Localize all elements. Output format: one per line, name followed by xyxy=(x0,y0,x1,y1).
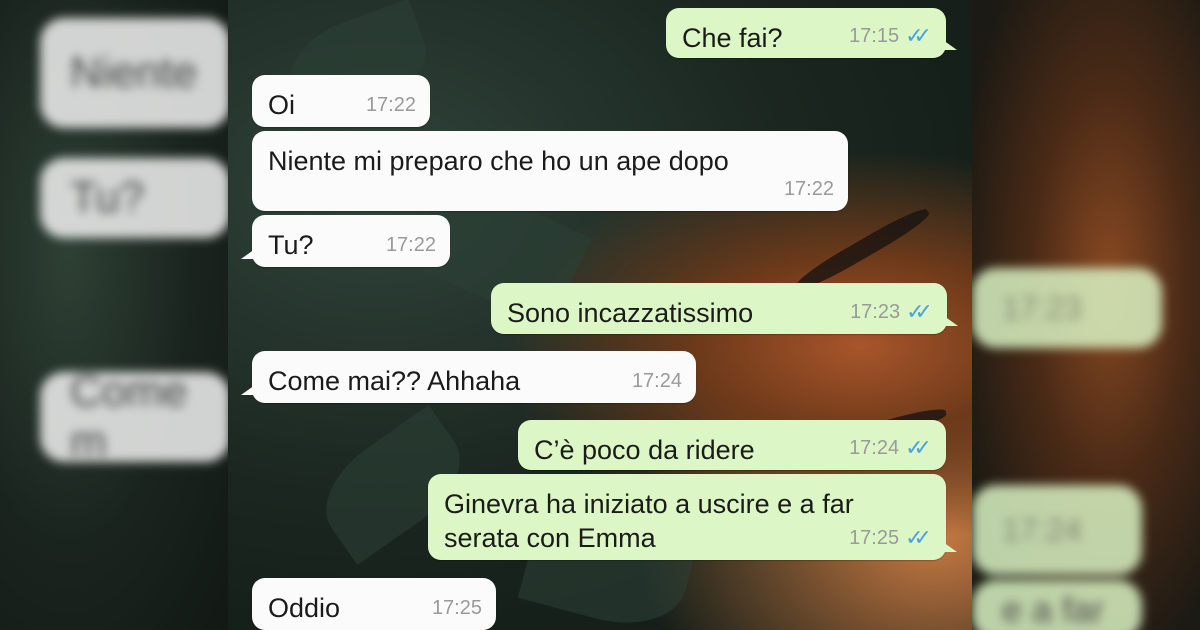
message-time: 17:25 xyxy=(431,597,482,619)
double-check-icon: ✓✓ xyxy=(905,23,932,48)
blurred-right-panel: 17:23 17:24 e a far xyxy=(972,0,1200,630)
message-time: 17:15 xyxy=(849,25,900,47)
blurred-text: e a far xyxy=(1002,589,1105,630)
blurred-bubble: Tu? xyxy=(40,158,228,238)
message-meta: 17:25 xyxy=(432,591,482,625)
message-time: 17:22 xyxy=(365,94,416,116)
message-bubble-incoming[interactable]: Tu? 17:22 xyxy=(241,215,450,267)
blurred-text: 17:24 xyxy=(1002,511,1083,548)
message-text-line: Ginevra ha iniziato a uscire e a far xyxy=(444,489,854,519)
message-meta: 17:22 xyxy=(386,228,436,262)
blurred-bubble: Come m xyxy=(40,367,228,466)
message-meta: 17:15 ✓✓ xyxy=(849,19,932,53)
message-meta: 17:25 ✓✓ xyxy=(849,521,932,555)
blurred-text: Niente xyxy=(70,48,198,97)
blurred-text: Come m xyxy=(70,367,188,466)
message-bubble-outgoing[interactable]: Che fai? 17:15 ✓✓ xyxy=(666,8,957,58)
bubble-tail xyxy=(241,249,255,259)
message-meta: 17:22 xyxy=(366,88,416,122)
message-bubble-incoming[interactable]: Oddio 17:25 xyxy=(252,578,496,630)
wallpaper-stripe xyxy=(793,203,933,295)
message-time: 17:24 xyxy=(631,370,682,392)
blurred-bubble: Niente xyxy=(40,18,228,128)
blurred-text: Tu? xyxy=(70,173,145,222)
bubble-tail xyxy=(241,385,255,395)
message-bubble-incoming[interactable]: Come mai?? Ahhaha 17:24 xyxy=(241,351,696,403)
message-bubble-incoming[interactable]: Oi 17:22 xyxy=(252,75,430,127)
blurred-left-panel: Niente Tu? Come m xyxy=(0,0,228,630)
chat-window[interactable]: Che fai? 17:15 ✓✓ Oi 17:22 Niente mi prep… xyxy=(228,0,972,630)
double-check-icon: ✓✓ xyxy=(905,435,932,460)
blurred-bubble: 17:24 xyxy=(972,485,1142,575)
blurred-bubble: e a far xyxy=(972,580,1142,630)
message-bubble-outgoing[interactable]: Ginevra ha iniziato a uscire e a far ser… xyxy=(428,474,957,560)
message-meta: 17:24 ✓✓ xyxy=(849,431,932,465)
double-check-icon: ✓✓ xyxy=(905,525,932,550)
message-time: 17:23 xyxy=(850,301,901,323)
message-text: Niente mi preparo che ho un ape dopo xyxy=(268,146,729,176)
message-text: Come mai?? Ahhaha xyxy=(268,366,521,396)
message-bubble-incoming[interactable]: Niente mi preparo che ho un ape dopo 17:… xyxy=(252,131,848,211)
message-meta: 17:22 xyxy=(784,172,834,206)
blurred-text: 17:23 xyxy=(1002,289,1083,326)
message-meta: 17:23 ✓✓ xyxy=(850,295,933,329)
message-bubble-outgoing[interactable]: Sono incazzatissimo 17:23 ✓✓ xyxy=(491,283,958,334)
bubble-tail xyxy=(943,40,957,50)
message-time: 17:25 xyxy=(849,527,900,549)
message-meta: 17:24 xyxy=(632,364,682,398)
blurred-bubble: 17:23 xyxy=(972,268,1162,348)
message-time: 17:22 xyxy=(783,178,834,200)
message-bubble-outgoing[interactable]: C’è poco da ridere 17:24 ✓✓ xyxy=(518,420,946,470)
bubble-tail xyxy=(943,542,957,552)
bubble-tail xyxy=(944,316,958,326)
message-time: 17:24 xyxy=(849,437,900,459)
double-check-icon: ✓✓ xyxy=(906,299,933,324)
message-time: 17:22 xyxy=(385,234,436,256)
